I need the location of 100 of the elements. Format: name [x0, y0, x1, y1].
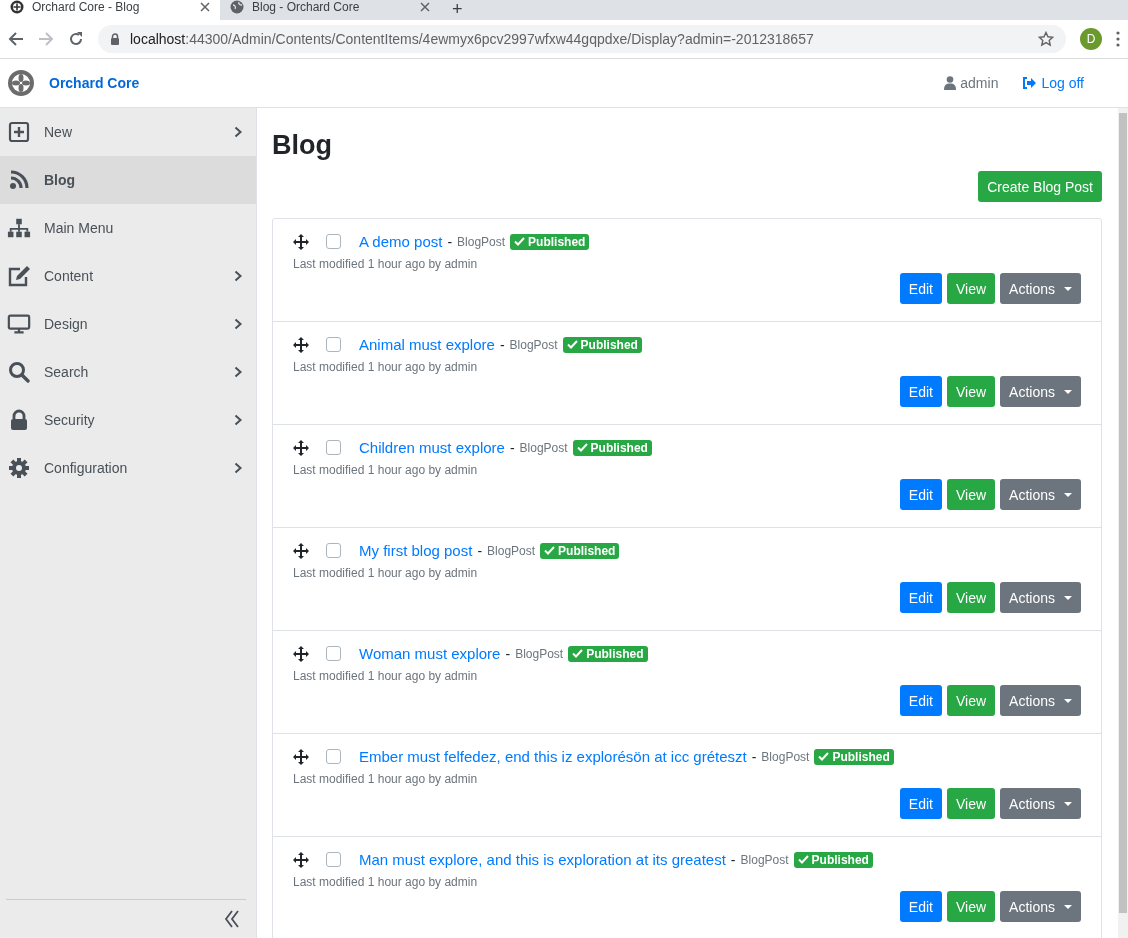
content-type-label: BlogPost: [761, 749, 810, 764]
edit-button[interactable]: Edit: [899, 376, 942, 407]
published-badge: Published: [540, 542, 620, 559]
checkbox[interactable]: [326, 852, 341, 867]
post-title-link[interactable]: Ember must felfedez, end this iz explorésön at icc gréteszt: [359, 748, 747, 765]
published-badge: Published: [572, 439, 652, 456]
move-icon[interactable]: [293, 439, 309, 456]
post-title-link[interactable]: My first blog post: [359, 542, 473, 559]
view-button[interactable]: View: [947, 273, 996, 304]
sitemap-icon: [7, 217, 31, 239]
content-type-label: BlogPost: [515, 646, 564, 661]
last-modified-text: Last modified 1 hour ago by admin: [293, 566, 479, 580]
sidebar-item[interactable]: Search: [0, 348, 256, 396]
browser-tab[interactable]: Blog - Orchard Core: [220, 0, 440, 20]
more-icon[interactable]: [1116, 31, 1120, 47]
log-off-link[interactable]: Log off: [1022, 75, 1084, 91]
address-field[interactable]: localhost:44300/Admin/Contents/ContentItems/4ewmyx6pcv2997wfxw44gqpdxe/Display?admin=-2012318657: [98, 25, 1066, 53]
collapse-icon[interactable]: [224, 910, 240, 928]
separator-text: -: [751, 748, 757, 765]
sidebar-item[interactable]: Blog: [0, 156, 256, 204]
search-icon: [8, 361, 30, 383]
view-button[interactable]: View: [947, 376, 996, 407]
last-modified-text: Last modified 1 hour ago by admin: [293, 257, 479, 271]
create-blog-post-button[interactable]: Create Blog Post: [978, 171, 1102, 202]
actions-dropdown-button[interactable]: Actions: [1000, 376, 1081, 407]
view-button[interactable]: View: [947, 788, 996, 819]
published-badge: Published: [793, 851, 873, 868]
last-modified-text: Last modified 1 hour ago by admin: [293, 875, 479, 889]
profile-avatar[interactable]: D: [1080, 28, 1102, 50]
separator-text: -: [509, 439, 515, 456]
sign-out-icon: [1022, 77, 1037, 89]
content-type-label: BlogPost: [740, 852, 789, 867]
sidebar-item[interactable]: New: [0, 108, 256, 156]
move-icon[interactable]: [293, 748, 309, 765]
page-title: Blog: [272, 130, 333, 161]
move-icon[interactable]: [293, 233, 309, 250]
move-icon[interactable]: [293, 336, 309, 353]
published-badge: Published: [814, 748, 894, 765]
separator-text: -: [730, 851, 736, 868]
actions-dropdown-button[interactable]: Actions: [1000, 273, 1081, 304]
checkbox[interactable]: [326, 543, 341, 558]
view-button[interactable]: View: [947, 891, 996, 922]
separator-text: -: [505, 645, 511, 662]
checkbox[interactable]: [326, 749, 341, 764]
lock-icon: [8, 409, 30, 431]
separator-text: -: [477, 542, 483, 559]
last-modified-text: Last modified 1 hour ago by admin: [293, 463, 479, 477]
actions-dropdown-button[interactable]: Actions: [1000, 479, 1081, 510]
post-title-link[interactable]: Animal must explore: [359, 336, 495, 353]
user-name: admin: [960, 75, 999, 91]
actions-dropdown-button[interactable]: Actions: [1000, 685, 1081, 716]
sidebar-item[interactable]: Security: [0, 396, 256, 444]
edit-button[interactable]: Edit: [899, 273, 942, 304]
sidebar-item[interactable]: Content: [0, 252, 256, 300]
checkbox[interactable]: [326, 646, 341, 661]
reload-icon[interactable]: [68, 31, 84, 47]
content-type-label: BlogPost: [519, 440, 568, 455]
monitor-icon: [7, 313, 31, 335]
sidebar-item[interactable]: Configuration: [0, 444, 256, 492]
brand-name[interactable]: Orchard Core: [49, 75, 140, 91]
checkbox[interactable]: [326, 337, 341, 352]
close-icon[interactable]: [200, 2, 210, 12]
published-badge: Published: [568, 645, 648, 662]
move-icon[interactable]: [293, 851, 309, 868]
view-button[interactable]: View: [947, 582, 996, 613]
post-title-link[interactable]: A demo post: [359, 233, 443, 250]
star-icon[interactable]: [1038, 31, 1054, 47]
plus-square-icon: [8, 121, 30, 143]
close-icon[interactable]: [420, 2, 430, 12]
view-button[interactable]: View: [947, 685, 996, 716]
edit-button[interactable]: Edit: [899, 685, 942, 716]
user-icon: [944, 76, 957, 90]
scrollbar-thumb[interactable]: [1119, 113, 1127, 913]
browser-tab[interactable]: Orchard Core - Blog: [0, 0, 220, 20]
checkbox[interactable]: [326, 440, 341, 455]
sidebar-item[interactable]: Main Menu: [0, 204, 256, 252]
actions-dropdown-button[interactable]: Actions: [1000, 788, 1081, 819]
post-title-link[interactable]: Woman must explore: [359, 645, 501, 662]
published-badge: Published: [562, 336, 642, 353]
post-title-link[interactable]: Children must explore: [359, 439, 505, 456]
new-tab-button[interactable]: +: [440, 0, 475, 20]
move-icon[interactable]: [293, 542, 309, 559]
last-modified-text: Last modified 1 hour ago by admin: [293, 772, 479, 786]
checkbox[interactable]: [326, 234, 341, 249]
post-title-link[interactable]: Man must explore, and this is exploration at its greatest: [359, 851, 726, 868]
sidebar-item[interactable]: Design: [0, 300, 256, 348]
back-icon[interactable]: [8, 31, 24, 47]
edit-button[interactable]: Edit: [899, 582, 942, 613]
content-type-label: BlogPost: [509, 337, 558, 352]
last-modified-text: Last modified 1 hour ago by admin: [293, 669, 479, 683]
separator-text: -: [447, 233, 453, 250]
edit-button[interactable]: Edit: [899, 479, 942, 510]
pencil-square-icon: [7, 265, 31, 287]
published-badge: Published: [510, 233, 590, 250]
actions-dropdown-button[interactable]: Actions: [1000, 891, 1081, 922]
actions-dropdown-button[interactable]: Actions: [1000, 582, 1081, 613]
edit-button[interactable]: Edit: [899, 891, 942, 922]
edit-button[interactable]: Edit: [899, 788, 942, 819]
move-icon[interactable]: [293, 645, 309, 662]
view-button[interactable]: View: [947, 479, 996, 510]
